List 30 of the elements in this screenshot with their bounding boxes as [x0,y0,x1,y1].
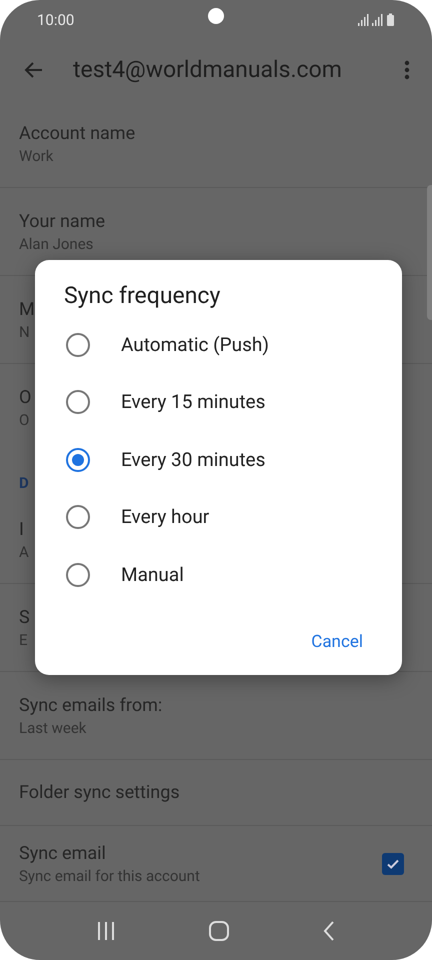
setting-title[interactable]: M [19,298,35,322]
back-icon[interactable] [322,920,336,942]
radio-button[interactable] [66,448,90,472]
more-options-icon[interactable] [404,60,410,80]
section-header: D [19,472,29,494]
status-time: 10:00 [37,10,74,31]
setting-title[interactable]: Your name [19,210,106,234]
setting-title[interactable]: O [19,386,32,410]
cancel-button[interactable]: Cancel [298,624,376,661]
dialog-title: Sync frequency [63,281,222,311]
recent-apps-icon[interactable] [96,921,116,941]
radio-button[interactable] [66,505,90,530]
header-title: test4@worldmanuals.com [73,54,342,85]
setting-title[interactable]: Sync email [19,842,106,866]
home-icon[interactable] [208,920,230,942]
setting-title[interactable]: Sync emails from: [19,694,162,718]
setting-title[interactable]: S [19,606,30,630]
checkbox[interactable] [382,852,404,874]
option-label[interactable]: Every 15 minutes [121,388,266,416]
camera-hole [208,8,224,24]
option-label[interactable]: Every 30 minutes [121,446,266,474]
setting-title[interactable]: Account name [19,122,136,146]
option-label[interactable]: Manual [121,560,184,589]
setting-title[interactable]: I [19,518,24,542]
option-label[interactable]: Automatic (Push) [121,330,269,359]
radio-button[interactable] [66,390,90,414]
option-label[interactable]: Every hour [121,503,210,532]
radio-button[interactable] [66,332,90,357]
setting-title[interactable]: Folder sync settings [19,780,180,804]
radio-button[interactable] [66,562,90,587]
